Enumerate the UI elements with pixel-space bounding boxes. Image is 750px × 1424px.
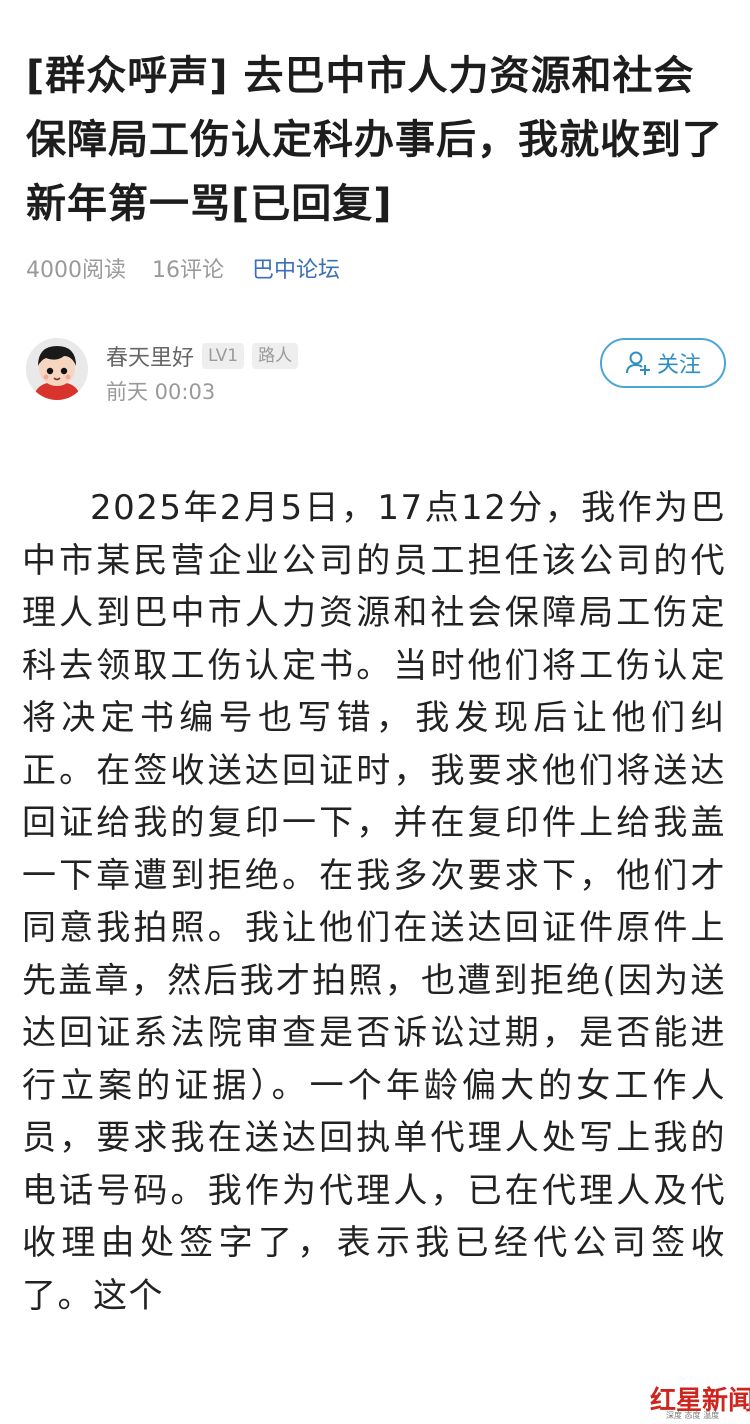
watermark: 红星新闻 深度 态度 温度 [650, 1380, 750, 1420]
author-name[interactable]: 春天里好 [106, 340, 194, 372]
follow-label: 关注 [656, 353, 701, 378]
comment-count[interactable]: 16评论 [152, 252, 224, 284]
post-time: 前天 00:03 [106, 380, 216, 404]
post-title: [群众呼声] 去巴中市人力资源和社会保障局工伤认定科办事后，我就收到了新年第一骂… [26, 53, 723, 227]
author-bar: 春天里好 LV1 路人 前天 00:03 关注 [26, 338, 726, 404]
add-user-icon [625, 351, 650, 375]
post-meta: 4000阅读 16评论 巴中论坛 [26, 252, 366, 284]
author-name-row: 春天里好 LV1 路人 [106, 340, 299, 372]
rank-badge: 路人 [252, 343, 299, 369]
read-count: 4000阅读 [26, 258, 126, 283]
avatar-cartoon-icon [26, 338, 88, 400]
watermark-tagline: 深度 态度 温度 [666, 1411, 720, 1420]
post-content: 2025年2月5日，17点12分，我作为巴中市某民营企业公司的员工担任该公司的代… [22, 488, 726, 1316]
follow-button[interactable]: 关注 [600, 338, 726, 388]
forum-link[interactable]: 巴中论坛 [252, 252, 340, 284]
level-badge: LV1 [202, 343, 245, 369]
avatar[interactable] [26, 338, 88, 400]
